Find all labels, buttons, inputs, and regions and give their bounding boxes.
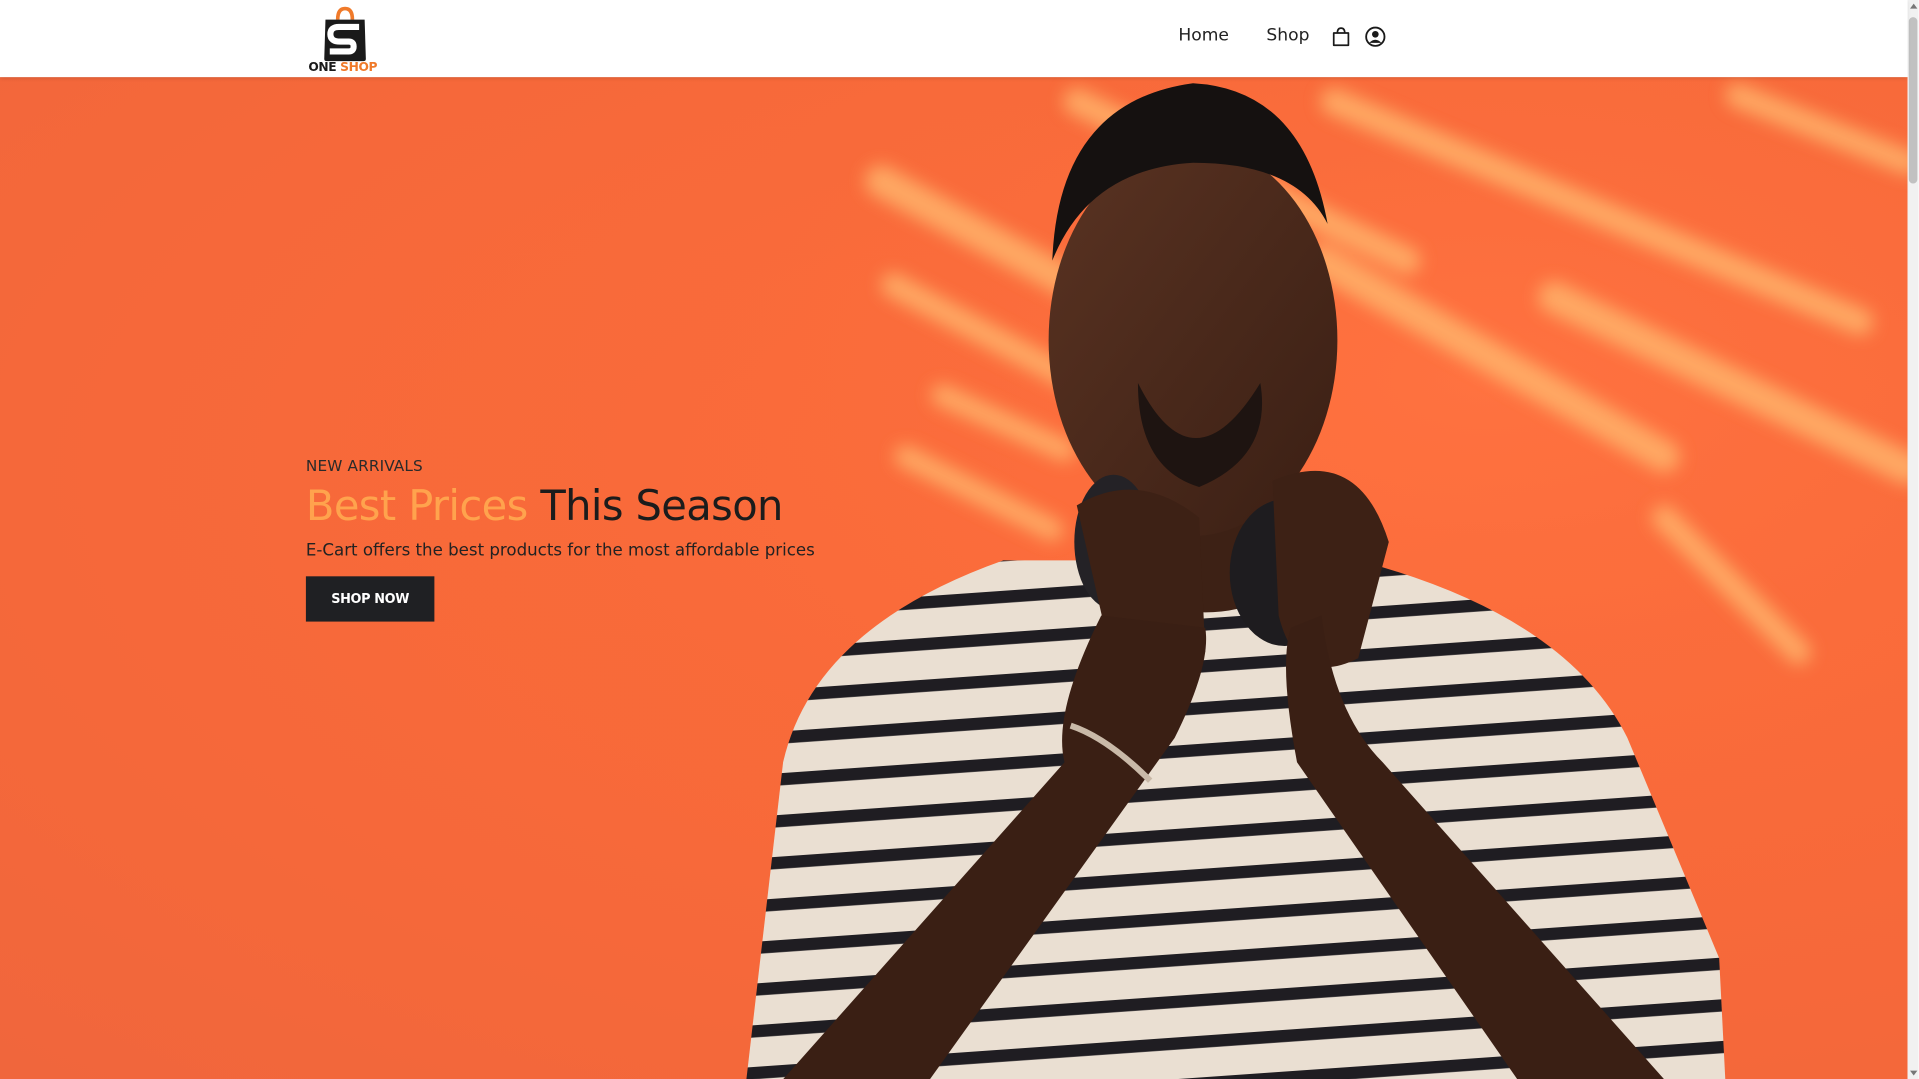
cart-icon[interactable] xyxy=(1330,26,1352,48)
nav-link-shop[interactable]: Shop xyxy=(1266,26,1309,46)
hero-model-image xyxy=(0,77,1908,1079)
brand-wordmark: ONE SHOP xyxy=(308,61,377,74)
hero-eyebrow: NEW ARRIVALS xyxy=(305,456,423,475)
hero-subtitle: E-Cart offers the best products for the … xyxy=(305,541,815,561)
scrollbar-thumb[interactable] xyxy=(1908,17,1918,184)
brand-name-part2: SHOP xyxy=(340,61,378,75)
scroll-down-arrow-icon[interactable] xyxy=(1910,1070,1918,1076)
vertical-scrollbar[interactable] xyxy=(1907,0,1919,1079)
shop-now-button[interactable]: SHOP NOW xyxy=(305,576,435,623)
hero-headline-accent: Best Prices xyxy=(305,482,528,532)
user-account-icon[interactable] xyxy=(1364,26,1386,48)
brand-name-part1: ONE xyxy=(308,61,337,75)
browser-viewport: ONE SHOP Home Shop NEW ARRIVALS Best Pri… xyxy=(0,0,1919,1079)
scroll-up-arrow-icon[interactable] xyxy=(1910,3,1918,9)
top-navbar: ONE SHOP Home Shop xyxy=(0,0,1908,78)
page: ONE SHOP Home Shop NEW ARRIVALS Best Pri… xyxy=(0,0,1919,1079)
nav-link-home[interactable]: Home xyxy=(1178,26,1229,46)
hero-banner: NEW ARRIVALS Best Prices This Season E-C… xyxy=(0,77,1908,1079)
hero-headline-rest: This Season xyxy=(540,482,783,532)
hero-text-block: NEW ARRIVALS Best Prices This Season E-C… xyxy=(305,456,815,623)
hero-headline: Best Prices This Season xyxy=(305,482,815,532)
